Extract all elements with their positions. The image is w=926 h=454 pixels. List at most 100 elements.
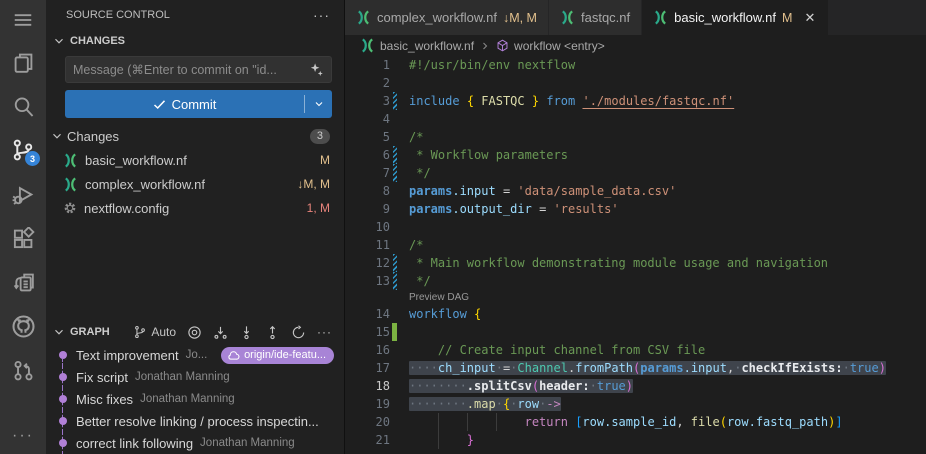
gutter-marker <box>390 164 399 182</box>
code-line-12[interactable]: 12 * Main workflow demonstrating module … <box>345 254 926 272</box>
code-line-2[interactable]: 2 <box>345 74 926 92</box>
commit-row[interactable]: Text improvementJo... origin/ide-featu..… <box>46 344 344 366</box>
code-line-9[interactable]: 9params.output_dir = 'results' <box>345 200 926 218</box>
code-line-17[interactable]: 17····ch_input·=·Channel.fromPath(params… <box>345 359 926 377</box>
sparkle-icon[interactable] <box>309 62 324 77</box>
commit-row[interactable]: Better resolve linking / process inspect… <box>46 410 344 432</box>
pull-icon[interactable] <box>239 325 254 340</box>
gutter-marker <box>390 56 399 74</box>
editor-group: complex_workflow.nf↓M, M fastqc.nf basic… <box>345 0 926 454</box>
tab-basic_workflow.nf[interactable]: basic_workflow.nfM✕ <box>642 0 828 35</box>
git-pull-request-icon[interactable] <box>0 348 46 392</box>
gutter-marker <box>390 377 399 395</box>
commit-dot-icon <box>59 439 67 447</box>
explorer-icon[interactable] <box>0 40 46 84</box>
commit-message-input[interactable]: Message (⌘Enter to commit on "id... <box>65 56 332 83</box>
gutter-marker <box>390 272 399 290</box>
code-line-20[interactable]: 20 return [row.sample_id, file(row.fastq… <box>345 413 926 431</box>
line-number: 14 <box>345 305 390 323</box>
chevron-right-icon <box>479 40 491 52</box>
code-line-10[interactable]: 10 <box>345 218 926 236</box>
breadcrumb-file[interactable]: basic_workflow.nf <box>380 39 474 53</box>
code-line-4[interactable]: 4 <box>345 110 926 128</box>
fetch-icon[interactable] <box>213 325 228 340</box>
file-row-complex_workflow.nf[interactable]: complex_workflow.nf↓M, M <box>46 172 344 196</box>
line-number: 7 <box>345 164 390 182</box>
tab-complex_workflow.nf[interactable]: complex_workflow.nf↓M, M <box>345 0 548 35</box>
code-line-21[interactable]: 21 } <box>345 431 926 449</box>
code-line-19[interactable]: 19········.map·{·row·-> <box>345 395 926 413</box>
code-line-5[interactable]: 5/* <box>345 128 926 146</box>
file-row-nextflow.config[interactable]: nextflow.config1, M <box>46 196 344 220</box>
changes-file-list: basic_workflow.nfM complex_workflow.nf↓M… <box>46 148 344 220</box>
breadcrumb-symbol[interactable]: workflow <entry> <box>514 39 605 53</box>
commit-dropdown-icon[interactable] <box>305 98 332 110</box>
commit-author: Jonathan Manning <box>140 393 235 405</box>
source-control-icon[interactable]: 3 <box>0 128 46 172</box>
commit-author: Jo... <box>186 349 208 361</box>
code-line-7[interactable]: 7 */ <box>345 164 926 182</box>
gutter-marker <box>390 431 399 449</box>
code-line-6[interactable]: 6 * Workflow parameters <box>345 146 926 164</box>
code-line-3[interactable]: 3include { FASTQC } from './modules/fast… <box>345 92 926 110</box>
line-number: 13 <box>345 272 390 290</box>
code-line-13[interactable]: 13 */ <box>345 272 926 290</box>
line-number: 1 <box>345 56 390 74</box>
close-icon[interactable]: ✕ <box>802 10 817 26</box>
code-editor[interactable]: 1#!/usr/bin/env nextflow23include { FAST… <box>345 56 926 454</box>
extensions-icon[interactable] <box>0 216 46 260</box>
code-line-1[interactable]: 1#!/usr/bin/env nextflow <box>345 56 926 74</box>
code-line-8[interactable]: 8params.input = 'data/sample_data.csv' <box>345 182 926 200</box>
code-line-11[interactable]: 11/* <box>345 236 926 254</box>
changes-section-header[interactable]: CHANGES <box>46 30 344 52</box>
changes-tree-header[interactable]: Changes 3 <box>46 124 344 148</box>
commit-row[interactable]: Misc fixesJonathan Manning <box>46 388 344 410</box>
codelens-preview-dag[interactable]: Preview DAG <box>345 290 926 305</box>
gutter-marker <box>390 413 399 431</box>
push-icon[interactable] <box>265 325 280 340</box>
sidebar-more-icon[interactable]: ··· <box>313 10 330 20</box>
commit-button[interactable]: Commit <box>65 90 332 118</box>
gutter-marker <box>390 254 399 272</box>
file-name: complex_workflow.nf <box>85 177 205 192</box>
line-number: 8 <box>345 182 390 200</box>
changes-count-badge: 3 <box>310 129 330 144</box>
more-icon[interactable]: ··· <box>0 418 46 454</box>
breadcrumb[interactable]: basic_workflow.nf workflow <entry> <box>345 35 926 56</box>
code-line-14[interactable]: 14workflow { <box>345 305 926 323</box>
line-number: 18 <box>345 377 390 395</box>
activity-bar: 3 ··· <box>0 0 46 454</box>
gutter-marker <box>390 146 399 164</box>
commit-dot-icon <box>59 373 67 381</box>
code-line-16[interactable]: 16 // Create input channel from CSV file <box>345 341 926 359</box>
gutter-marker <box>390 92 399 110</box>
gutter-marker <box>390 359 399 377</box>
tab-status: M <box>782 11 792 25</box>
github-icon[interactable] <box>0 304 46 348</box>
code-line-15[interactable]: 15 <box>345 323 926 341</box>
commit-message-placeholder: Message (⌘Enter to commit on "id... <box>73 62 309 77</box>
symbol-namespace-icon <box>496 39 509 52</box>
run-debug-icon[interactable] <box>0 172 46 216</box>
target-icon[interactable] <box>187 325 202 340</box>
nextflow-icon <box>360 38 375 53</box>
code-line-18[interactable]: 18········.splitCsv(header:·true) <box>345 377 926 395</box>
graph-more-icon[interactable]: ··· <box>317 327 332 337</box>
commit-row[interactable]: correct link followingJonathan Manning <box>46 432 344 454</box>
graph-section-header[interactable]: GRAPH Auto ··· <box>46 320 344 344</box>
line-number: 9 <box>345 200 390 218</box>
repo-branch-icon[interactable]: Auto <box>133 325 176 339</box>
cloud-icon <box>227 350 240 361</box>
refresh-icon[interactable] <box>291 325 306 340</box>
commit-row[interactable]: Fix scriptJonathan Manning <box>46 366 344 388</box>
commit-message: correct link following <box>76 436 193 451</box>
search-icon[interactable] <box>0 84 46 128</box>
menu-icon[interactable] <box>0 0 46 40</box>
file-row-basic_workflow.nf[interactable]: basic_workflow.nfM <box>46 148 344 172</box>
tab-fastqc.nf[interactable]: fastqc.nf <box>549 0 641 35</box>
commit-message: Text improvement <box>76 348 179 363</box>
line-number: 2 <box>345 74 390 92</box>
gutter-marker <box>390 341 399 359</box>
line-number: 12 <box>345 254 390 272</box>
docs-sync-icon[interactable] <box>0 260 46 304</box>
